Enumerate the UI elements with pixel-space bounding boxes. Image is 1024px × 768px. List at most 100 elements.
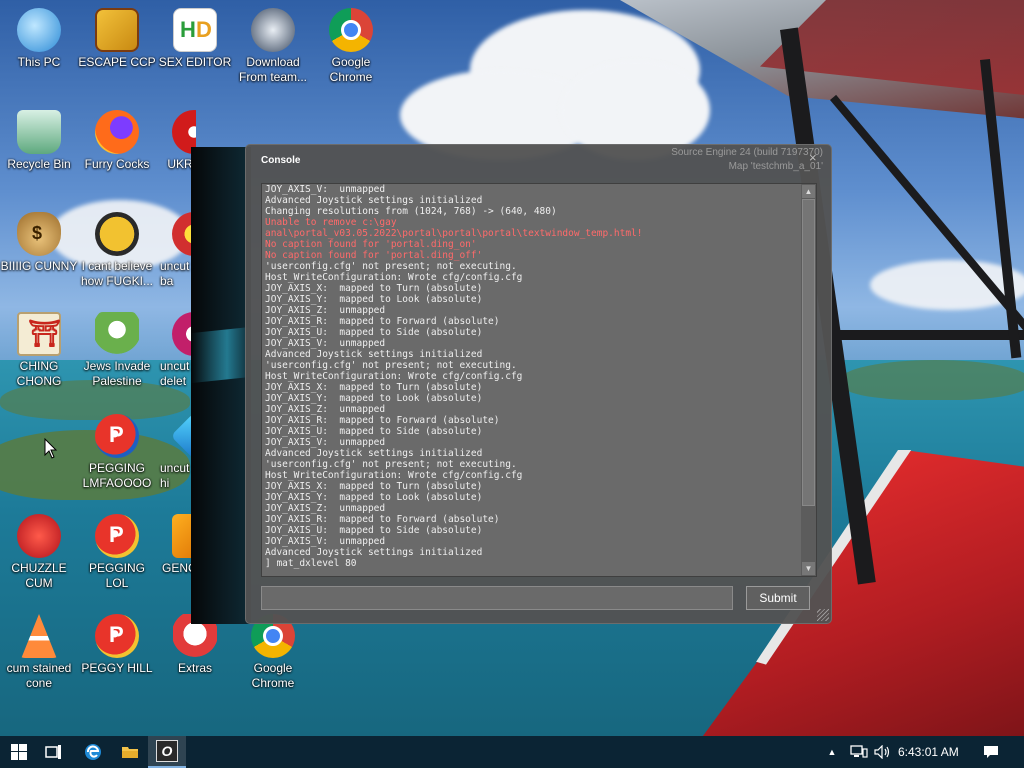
desktop-icon-uncut-hi[interactable]: uncut hi	[156, 414, 196, 491]
tray-expand-button[interactable]: ▲	[820, 736, 844, 768]
firefox-icon	[95, 110, 139, 154]
action-center-button[interactable]	[976, 736, 1006, 768]
pegging-icon: P	[95, 614, 139, 658]
console-log-line: JOY_AXIS_Z: unmapped	[265, 503, 386, 514]
desktop-icon-genc[interactable]: GENC	[156, 514, 196, 576]
chuzzle-icon	[17, 514, 61, 558]
start-button[interactable]	[0, 736, 38, 768]
icon-label: I cant believe how FUGKI...	[80, 259, 154, 288]
flower-icon	[95, 312, 139, 356]
console-log-line: JOY_AXIS_R: mapped to Forward (absolute)	[265, 316, 500, 327]
console-log-line: JOY_AXIS_Y: mapped to Look (absolute)	[265, 492, 483, 503]
scroll-up-button[interactable]: ▲	[802, 185, 815, 198]
console-log-line: 'userconfig.cfg' not present; not execut…	[265, 360, 517, 371]
file-explorer-icon	[122, 747, 138, 758]
desktop-icon-furry-cocks[interactable]: Furry Cocks	[78, 110, 156, 172]
icon-label: PEGGING LMFAOOOO	[82, 461, 152, 490]
task-view-button[interactable]	[35, 736, 73, 768]
submit-button[interactable]: Submit	[746, 586, 810, 610]
this-pc-icon	[17, 8, 61, 52]
download-icon	[251, 8, 295, 52]
desktop-icon-escape-ccp[interactable]: ESCAPE CCP	[78, 8, 156, 70]
console-log-line: ] mat_dxlevel 80	[265, 558, 357, 569]
taskbar-clock[interactable]: 6:43:01 AM	[898, 736, 959, 768]
edge-icon	[85, 744, 101, 760]
console-log-line: Advanced Joystick settings initialized	[265, 448, 483, 459]
console-log-line: Advanced Joystick settings initialized	[265, 349, 483, 360]
close-button[interactable]: ×	[809, 151, 817, 164]
console-log-line: Advanced Joystick settings initialized	[265, 195, 483, 206]
console-window: Console Source Engine 24 (build 7197370)…	[245, 144, 832, 624]
desktop-icon-uncut-delet[interactable]: uncut delet	[156, 312, 196, 389]
bird-icon	[95, 212, 139, 256]
icon-label: Recycle Bin	[7, 157, 71, 171]
icon-label: Google Chrome	[329, 55, 373, 84]
icon-label: Jews Invade Palestine	[83, 359, 151, 388]
console-log-line: JOY_AXIS_U: mapped to Side (absolute)	[265, 525, 483, 536]
console-log-line: Changing resolutions from (1024, 768) ->…	[265, 206, 557, 217]
desktop-icon-this-pc[interactable]: This PC	[0, 8, 78, 70]
console-log-line: JOY_AXIS_X: mapped to Turn (absolute)	[265, 283, 483, 294]
icon-label: This PC	[17, 55, 61, 69]
pegging-icon: P	[95, 414, 139, 458]
taskbar-console-app[interactable]: O	[148, 736, 186, 768]
console-log-line: 'userconfig.cfg' not present; not execut…	[265, 459, 517, 470]
console-log[interactable]: JOY_AXIS_V: unmapped Advanced Joystick se…	[261, 183, 817, 577]
network-icon	[850, 745, 868, 758]
tray-network[interactable]	[846, 736, 872, 768]
desktop-icon-cum-stained-cone[interactable]: cum stained cone	[0, 614, 78, 691]
console-log-text: JOY_AXIS_V: unmapped Advanced Joystick se…	[265, 184, 801, 569]
desktop-icon-google-chrome-2[interactable]: Google Chrome	[234, 614, 312, 691]
desktop-icon-download[interactable]: Download From team...	[234, 8, 312, 85]
console-log-line: JOY_AXIS_R: mapped to Forward (absolute)	[265, 415, 500, 426]
icon-label: PEGGY HILL	[81, 661, 153, 675]
pegging-icon: P	[95, 514, 139, 558]
tray-volume[interactable]	[870, 736, 896, 768]
console-log-line: 'userconfig.cfg' not present; not execut…	[265, 261, 517, 272]
console-log-line: JOY_AXIS_Z: unmapped	[265, 404, 386, 415]
desktop-icon-sex-editor[interactable]: H D SEX EDITOR	[156, 8, 234, 70]
game-window-light-stripe	[191, 326, 251, 384]
console-command-input[interactable]	[261, 586, 733, 610]
icon-label: PEGGING LOL	[88, 561, 145, 590]
desktop-icon-biiiig-cunny[interactable]: $ BIIIIG CUNNY	[0, 212, 78, 274]
hex-editor-icon: H D	[173, 8, 217, 52]
console-log-line: Host_WriteConfiguration: Wrote cfg/confi…	[265, 371, 523, 382]
console-error-line: Unable to remove c:\gay	[265, 217, 397, 228]
icon-label: BIIIIG CUNNY	[0, 259, 78, 273]
icon-label: SEX EDITOR	[158, 55, 232, 69]
resize-grip[interactable]	[817, 609, 829, 621]
desktop-icon-pegging-lol[interactable]: P PEGGING LOL	[78, 514, 156, 591]
money-bag-icon: $	[17, 212, 61, 256]
taskbar-file-explorer[interactable]	[111, 736, 149, 768]
desktop-icon-uncut-ba[interactable]: uncut ba	[156, 212, 196, 289]
mouse-cursor-icon	[44, 438, 58, 459]
desktop-icon-jews-invade-palestine[interactable]: Jews Invade Palestine	[78, 312, 156, 389]
desktop-icon-ukr[interactable]: UKR	[156, 110, 196, 172]
torii-icon: ⛩	[17, 312, 61, 356]
console-log-line: JOY_AXIS_U: mapped to Side (absolute)	[265, 426, 483, 437]
task-view-icon	[45, 745, 61, 759]
app-icon	[95, 8, 139, 52]
console-log-line: Host_WriteConfiguration: Wrote cfg/confi…	[265, 470, 523, 481]
desktop-icon-fugki[interactable]: I cant believe how FUGKI...	[78, 212, 156, 289]
desktop-icon-recycle-bin[interactable]: Recycle Bin	[0, 110, 78, 172]
scroll-down-button[interactable]: ▼	[802, 562, 815, 575]
desktop-icon-pegging-lmfaoooo[interactable]: P PEGGING LMFAOOOO	[78, 414, 156, 491]
volume-icon	[874, 745, 890, 759]
console-error-line: No caption found for 'portal.ding_on'	[265, 239, 477, 250]
icon-label: Extras	[177, 661, 212, 675]
icon-label: cum stained cone	[6, 661, 72, 690]
icon-label: Download From team...	[238, 55, 307, 84]
desktop-icon-peggy-hill[interactable]: P PEGGY HILL	[78, 614, 156, 676]
desktop-icon-google-chrome[interactable]: Google Chrome	[312, 8, 390, 85]
console-app-icon: O	[156, 740, 178, 762]
console-error-line: No caption found for 'portal.ding_off'	[265, 250, 483, 261]
console-log-line: JOY_AXIS_V: unmapped	[265, 536, 386, 547]
taskbar: O ▲ 6:43:01 AM	[0, 736, 1024, 768]
desktop-icon-ching-chong[interactable]: ⛩ CHING CHONG	[0, 312, 78, 389]
desktop-icon-chuzzle-cum[interactable]: CHUZZLE CUM	[0, 514, 78, 591]
console-scrollbar[interactable]: ▲ ▼	[801, 184, 816, 576]
taskbar-edge[interactable]	[74, 736, 112, 768]
scroll-thumb[interactable]	[802, 199, 815, 506]
